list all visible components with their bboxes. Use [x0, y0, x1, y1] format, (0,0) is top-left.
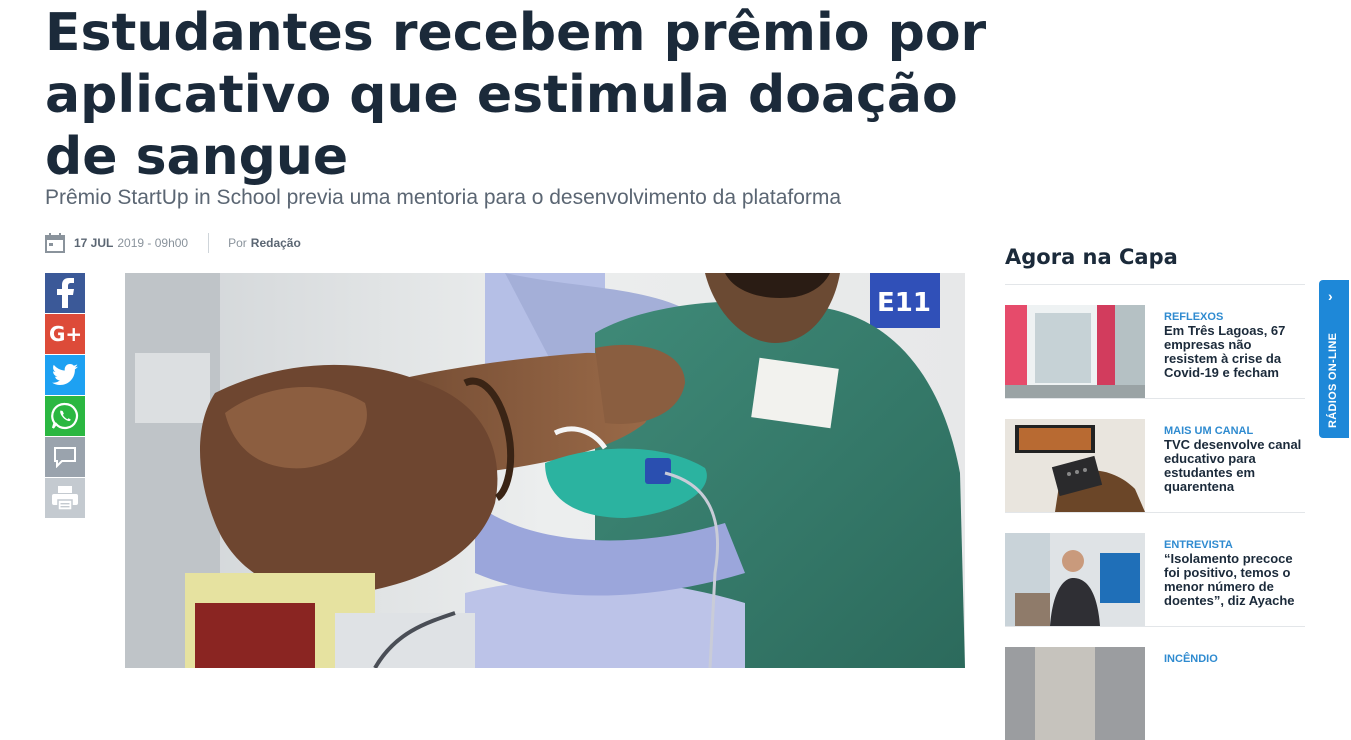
svg-text:G+: G+	[49, 323, 82, 345]
article-date: 17 JUL	[74, 236, 114, 250]
news-kicker: REFLEXOS	[1164, 311, 1224, 323]
whatsapp-icon	[51, 402, 79, 430]
list-item[interactable]: ENTREVISTA “Isolamento precoce foi posit…	[1005, 512, 1305, 626]
sidebar-news-list: REFLEXOS Em Três Lagoas, 67 empresas não…	[1005, 284, 1305, 740]
chevron-right-icon: ›	[1328, 288, 1333, 304]
list-item[interactable]: REFLEXOS Em Três Lagoas, 67 empresas não…	[1005, 284, 1305, 398]
sidebar-title: Agora na Capa	[1005, 245, 1178, 269]
radios-online-label: RÁDIOS ON-LINE	[1327, 332, 1339, 428]
news-title[interactable]: “Isolamento precoce foi positivo, temos …	[1164, 552, 1304, 608]
news-thumbnail[interactable]	[1005, 419, 1145, 512]
print-icon	[52, 486, 78, 511]
news-thumbnail[interactable]	[1005, 533, 1145, 626]
article-photo: E11	[125, 273, 965, 668]
news-thumbnail[interactable]	[1005, 647, 1145, 740]
article-meta: 17 JUL 2019 - 09h00 Por Redação	[45, 231, 301, 255]
comment-button[interactable]	[45, 437, 85, 477]
print-button[interactable]	[45, 478, 85, 518]
comment-icon	[54, 447, 76, 468]
radios-online-tab[interactable]: › RÁDIOS ON-LINE	[1319, 280, 1349, 438]
twitter-icon	[52, 364, 78, 385]
article-subtitle: Prêmio StartUp in School previa uma ment…	[45, 186, 842, 209]
share-twitter-button[interactable]	[45, 355, 85, 395]
news-kicker: MAIS UM CANAL	[1164, 425, 1254, 437]
news-kicker: INCÊNDIO	[1164, 653, 1218, 665]
news-thumbnail[interactable]	[1005, 305, 1145, 398]
article-year-time: 2019 - 09h00	[117, 236, 189, 250]
google-plus-icon: G+	[49, 323, 82, 345]
share-bar: G+	[45, 273, 85, 519]
article-headline: Estudantes recebem prêmio por aplicativo…	[45, 3, 987, 187]
article-author[interactable]: Redação	[251, 236, 301, 250]
calendar-icon	[45, 233, 65, 253]
share-facebook-button[interactable]	[45, 273, 85, 313]
news-kicker: ENTREVISTA	[1164, 539, 1233, 551]
share-whatsapp-button[interactable]	[45, 396, 85, 436]
list-item[interactable]: MAIS UM CANAL TVC desenvolve canal educa…	[1005, 398, 1305, 512]
author-prefix: Por	[228, 236, 247, 250]
svg-text:E11: E11	[877, 288, 931, 318]
facebook-icon	[57, 278, 74, 308]
news-title[interactable]: TVC desenvolve canal educativo para estu…	[1164, 438, 1304, 494]
news-title[interactable]: Em Três Lagoas, 67 empresas não resistem…	[1164, 324, 1304, 380]
share-google-plus-button[interactable]: G+	[45, 314, 85, 354]
meta-divider	[208, 233, 210, 253]
list-item[interactable]: INCÊNDIO	[1005, 626, 1305, 740]
